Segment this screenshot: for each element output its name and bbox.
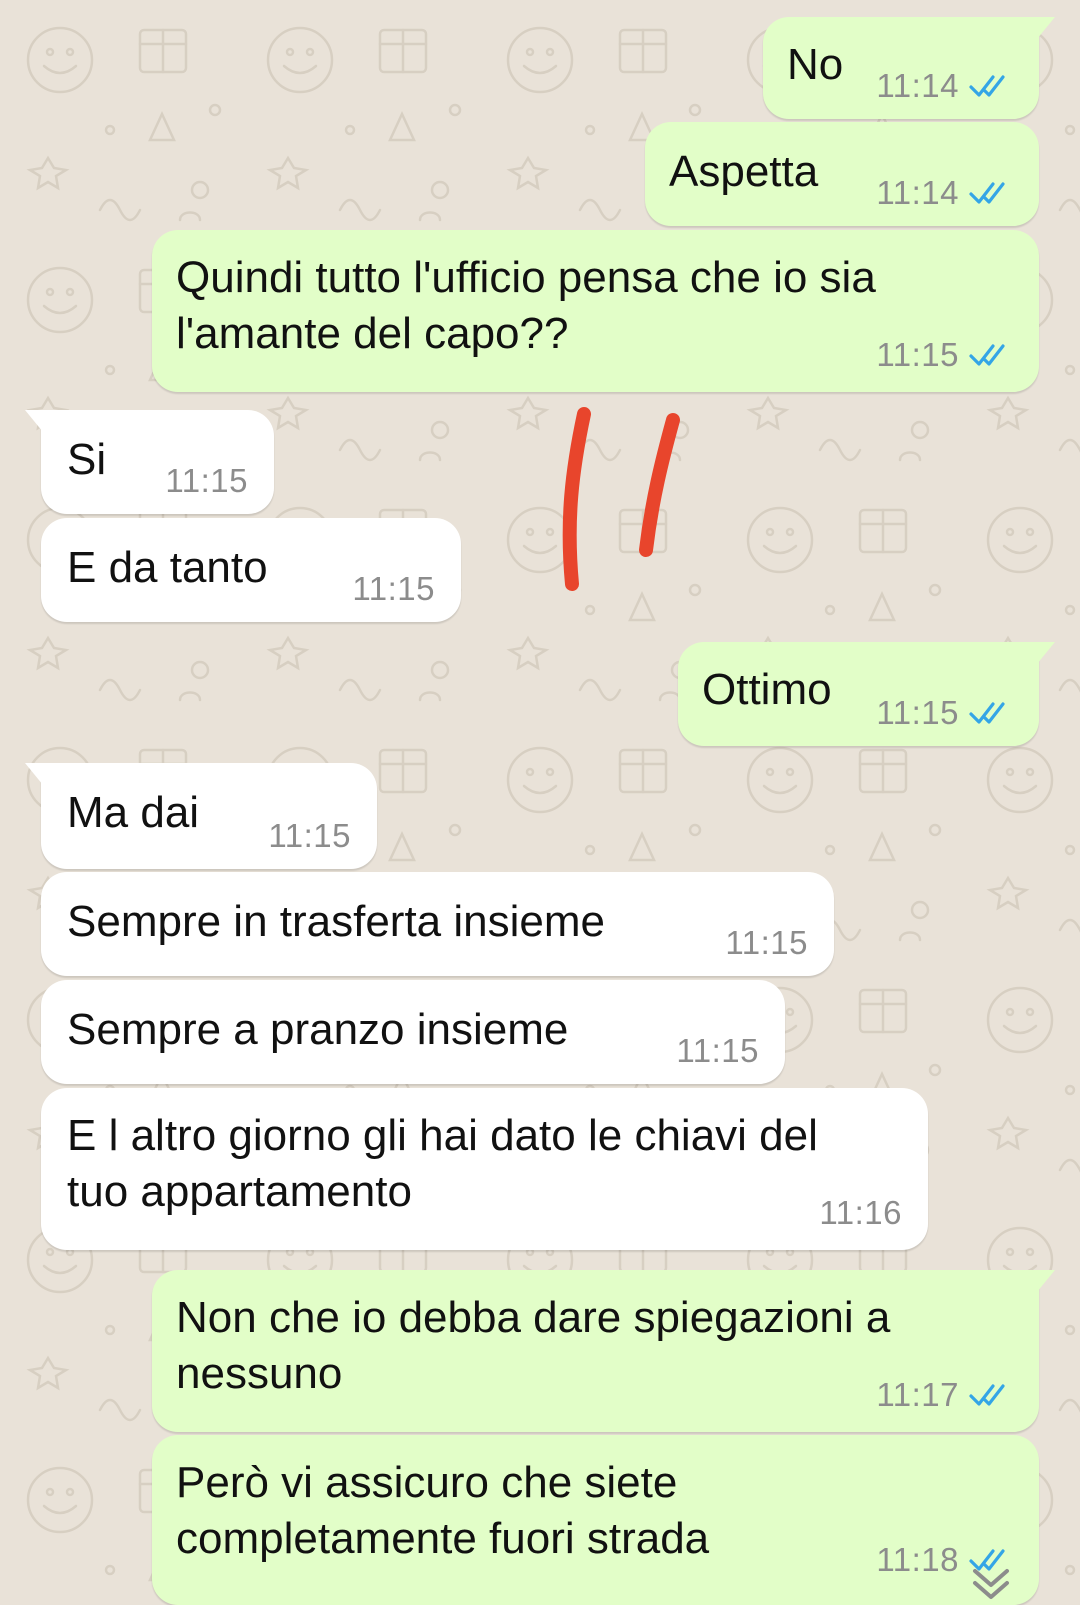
message-time: 11:15 bbox=[725, 924, 808, 961]
outgoing-message[interactable]: No 11:14 bbox=[763, 17, 1055, 119]
incoming-message[interactable]: Sempre a pranzo insieme 11:15 bbox=[41, 980, 785, 1084]
double-chevron-down-icon[interactable] bbox=[961, 1561, 1021, 1601]
message-time: 11:17 bbox=[876, 1376, 959, 1413]
message-meta: 11:15 bbox=[165, 462, 248, 500]
message-text: E da tanto bbox=[67, 543, 268, 592]
message-list[interactable]: No 11:14 Aspetta 11:14 Quindi tutto l'uf… bbox=[0, 0, 1080, 1605]
read-ticks-icon bbox=[969, 75, 1005, 97]
incoming-message[interactable]: Sempre in trasferta insieme 11:15 bbox=[41, 872, 834, 976]
read-ticks-icon bbox=[969, 344, 1005, 366]
message-meta: 11:15 bbox=[725, 924, 808, 962]
message-meta: 11:17 bbox=[876, 1376, 1013, 1414]
message-time: 11:15 bbox=[876, 336, 959, 373]
message-text: Non che io debba dare spiegazioni a ness… bbox=[176, 1293, 891, 1398]
message-text: Ma dai bbox=[67, 788, 200, 837]
incoming-message[interactable]: E l altro giorno gli hai dato le chiavi … bbox=[41, 1088, 928, 1250]
message-text: Ottimo bbox=[702, 665, 832, 714]
message-text: Si bbox=[67, 435, 107, 484]
message-text: Sempre in trasferta insieme bbox=[67, 897, 605, 946]
message-time: 11:15 bbox=[352, 570, 435, 607]
message-time: 11:15 bbox=[268, 817, 351, 854]
outgoing-message[interactable]: Ottimo 11:15 bbox=[678, 642, 1055, 746]
outgoing-message[interactable]: Aspetta 11:14 bbox=[645, 122, 1039, 226]
read-ticks-icon bbox=[969, 182, 1005, 204]
message-time: 11:18 bbox=[876, 1541, 959, 1578]
incoming-message[interactable]: E da tanto 11:15 bbox=[41, 518, 461, 622]
message-meta: 11:15 bbox=[876, 694, 1013, 732]
message-time: 11:15 bbox=[676, 1032, 759, 1069]
read-ticks-icon bbox=[969, 1384, 1005, 1406]
incoming-message[interactable]: Si 11:15 bbox=[25, 410, 274, 514]
outgoing-message[interactable]: Però vi assicuro che siete completamente… bbox=[152, 1435, 1039, 1605]
incoming-message[interactable]: Ma dai 11:15 bbox=[25, 763, 377, 869]
message-text: No bbox=[787, 40, 844, 89]
message-meta: 11:16 bbox=[819, 1194, 902, 1232]
message-time: 11:16 bbox=[819, 1194, 902, 1231]
read-ticks-icon bbox=[969, 702, 1005, 724]
message-meta: 11:14 bbox=[876, 174, 1013, 212]
message-text: E l altro giorno gli hai dato le chiavi … bbox=[67, 1111, 818, 1216]
outgoing-message[interactable]: Non che io debba dare spiegazioni a ness… bbox=[152, 1270, 1055, 1432]
message-text: Sempre a pranzo insieme bbox=[67, 1005, 569, 1054]
message-text: Però vi assicuro che siete completamente… bbox=[176, 1458, 710, 1563]
message-meta: 11:15 bbox=[876, 336, 1013, 374]
message-meta: 11:14 bbox=[876, 67, 1013, 105]
outgoing-message[interactable]: Quindi tutto l'ufficio pensa che io sia … bbox=[152, 230, 1039, 392]
message-time: 11:14 bbox=[876, 174, 959, 211]
message-text: Aspetta bbox=[669, 147, 819, 196]
message-meta: 11:15 bbox=[268, 817, 351, 855]
message-time: 11:14 bbox=[876, 67, 959, 104]
message-time: 11:15 bbox=[165, 462, 248, 499]
message-meta: 11:15 bbox=[676, 1032, 759, 1070]
message-text: Quindi tutto l'ufficio pensa che io sia … bbox=[176, 253, 876, 358]
message-time: 11:15 bbox=[876, 694, 959, 731]
message-meta: 11:15 bbox=[352, 570, 435, 608]
